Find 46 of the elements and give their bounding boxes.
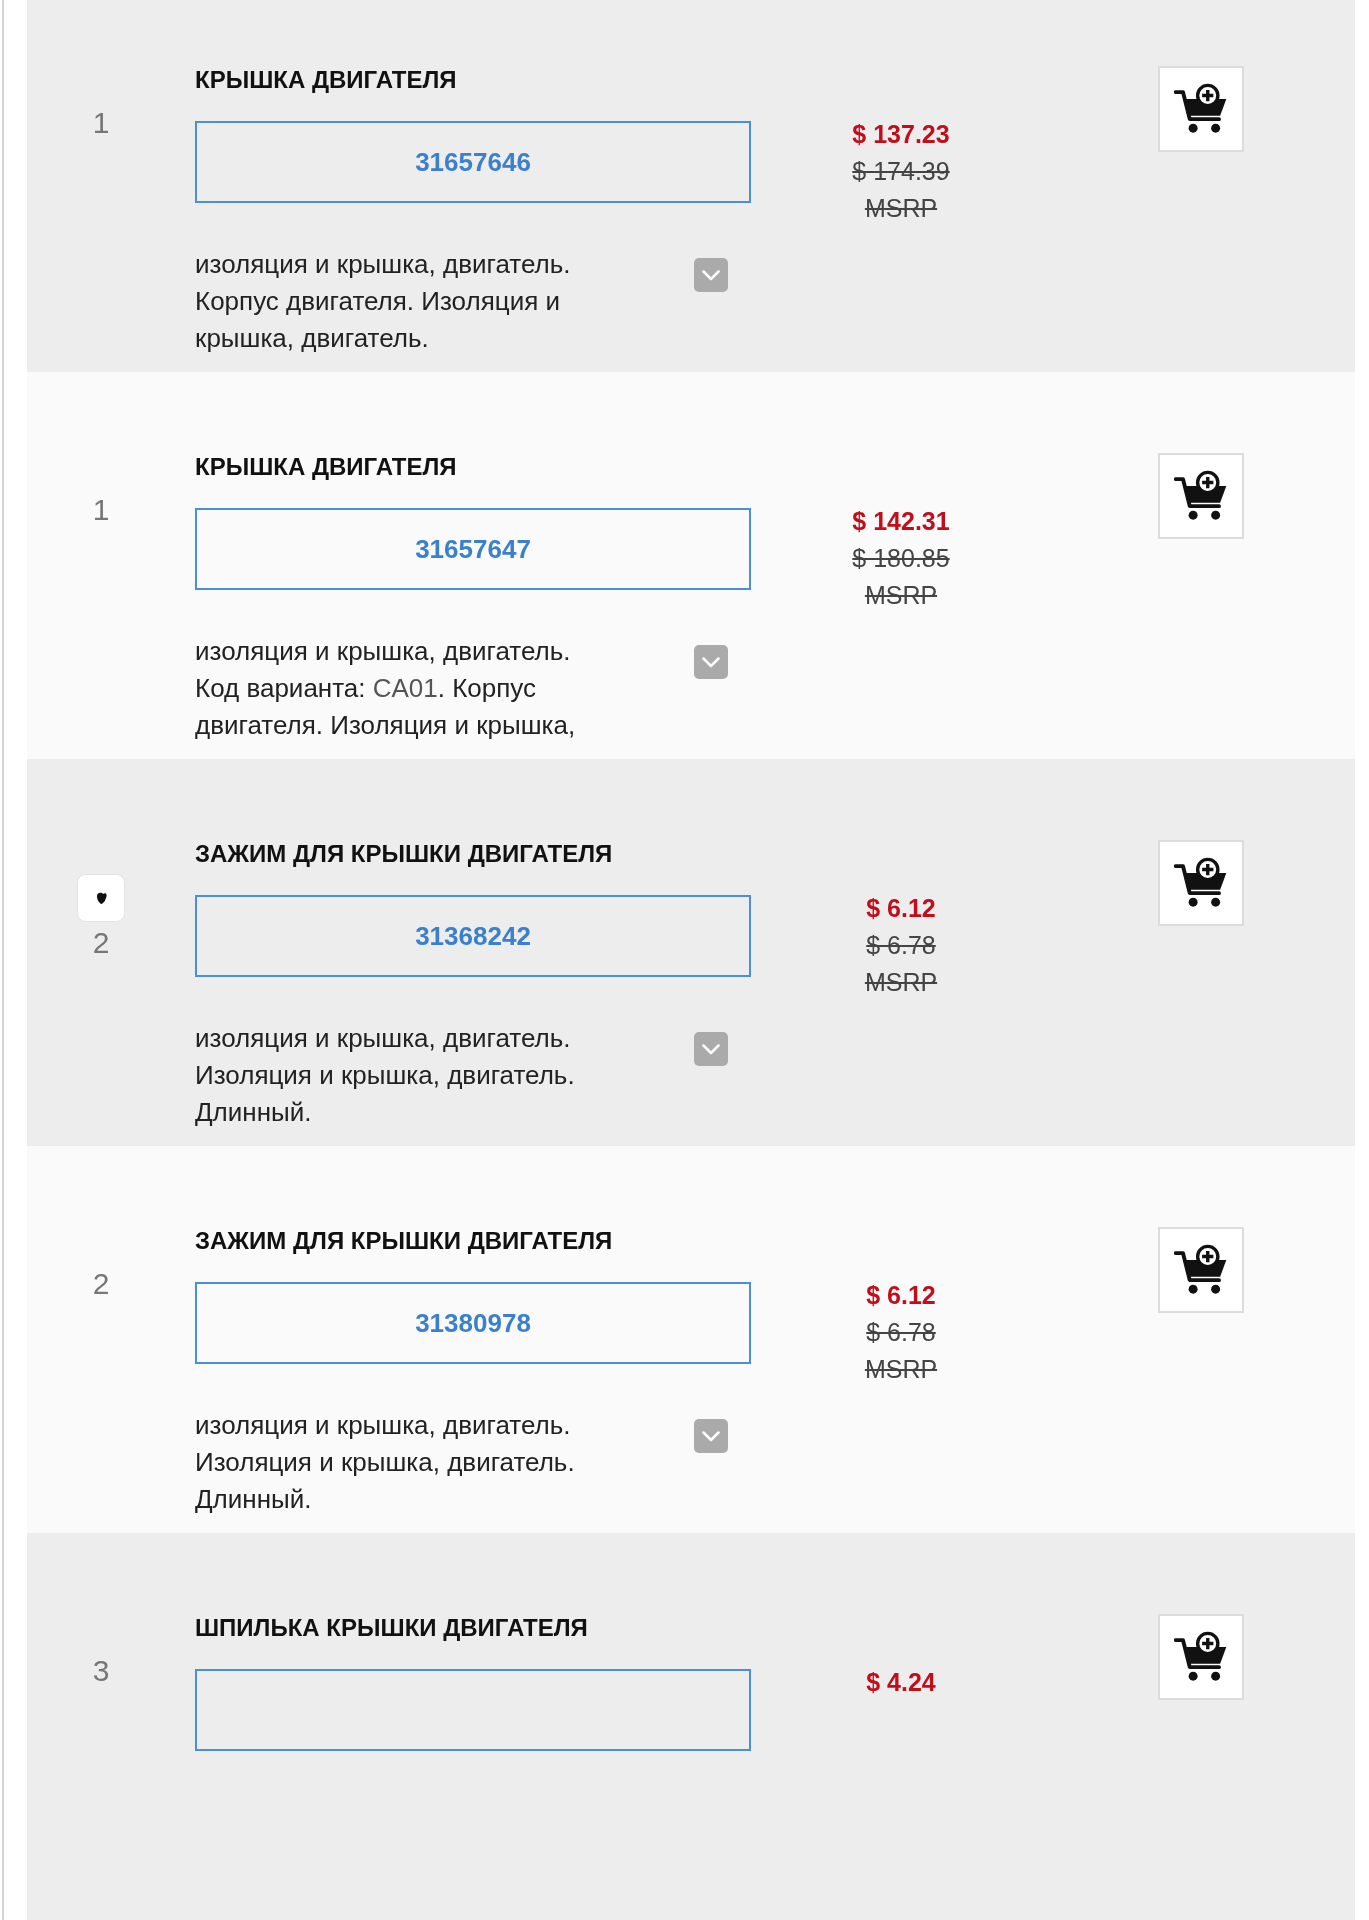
chevron-down-icon	[702, 656, 720, 668]
add-to-cart-button[interactable]	[1158, 1614, 1244, 1700]
cart-plus-icon	[1174, 470, 1228, 522]
chevron-down-icon	[702, 1043, 720, 1055]
part-title: ШПИЛЬКА КРЫШКИ ДВИГАТЕЛЯ	[195, 1614, 588, 1642]
sale-price: $ 6.12	[866, 1280, 936, 1311]
part-number-button[interactable]: 31657646	[195, 121, 751, 203]
position-number: 1	[92, 107, 110, 139]
msrp-label: MSRP	[864, 1354, 938, 1385]
position-number: 1	[92, 494, 110, 526]
msrp-label: MSRP	[864, 580, 938, 611]
sale-price: $ 6.12	[866, 893, 936, 924]
part-title: ЗАЖИМ ДЛЯ КРЫШКИ ДВИГАТЕЛЯ	[195, 840, 613, 868]
cart-plus-icon	[1174, 857, 1228, 909]
add-to-cart-button[interactable]	[1158, 840, 1244, 926]
part-number-button[interactable]: 31368242	[195, 895, 751, 977]
part-title: ЗАЖИМ ДЛЯ КРЫШКИ ДВИГАТЕЛЯ	[195, 1227, 613, 1255]
part-number-button[interactable]: 31380978	[195, 1282, 751, 1364]
part-number-button[interactable]: 31657647	[195, 508, 751, 590]
part-description: изоляция и крышка, двигатель. Изоляция и крышка, двигатель. Длинный.	[195, 1409, 576, 1516]
chevron-down-icon	[702, 269, 720, 281]
msrp-label: MSRP	[864, 193, 938, 224]
part-title: КРЫШКА ДВИГАТЕЛЯ	[195, 453, 457, 481]
msrp-price: $ 180.85	[852, 543, 950, 574]
chevron-down-icon	[702, 1430, 720, 1442]
part-title: КРЫШКА ДВИГАТЕЛЯ	[195, 66, 457, 94]
add-to-cart-button[interactable]	[1158, 66, 1244, 152]
msrp-price: $ 6.78	[866, 1317, 936, 1348]
cart-plus-icon	[1174, 1244, 1228, 1296]
sale-price: $ 142.31	[852, 506, 950, 537]
sale-price: $ 137.23	[852, 119, 950, 150]
part-description: изоляция и крышка, двигатель. Изоляция и крышка, двигатель. Длинный.	[195, 1022, 576, 1129]
position-number: 3	[92, 1655, 110, 1687]
msrp-price: $ 174.39	[852, 156, 950, 187]
part-description: изоляция и крышка, двигатель. Корпус двигателя. Изоляция и крышка, двигатель.	[195, 248, 572, 355]
position-number: 2	[92, 927, 110, 959]
cart-plus-icon	[1174, 83, 1228, 135]
msrp-label: MSRP	[864, 967, 938, 998]
part-description: изоляция и крышка, двигатель. Код варианта: CA01. Корпус двигателя. Изоляция и крышка,	[195, 635, 577, 742]
cart-plus-icon	[1174, 1631, 1228, 1683]
msrp-price: $ 6.78	[866, 930, 936, 961]
add-to-cart-button[interactable]	[1158, 1227, 1244, 1313]
part-number-button[interactable]	[195, 1669, 751, 1751]
position-number: 2	[92, 1268, 110, 1300]
sale-price: $ 4.24	[866, 1667, 936, 1698]
add-to-cart-button[interactable]	[1158, 453, 1244, 539]
